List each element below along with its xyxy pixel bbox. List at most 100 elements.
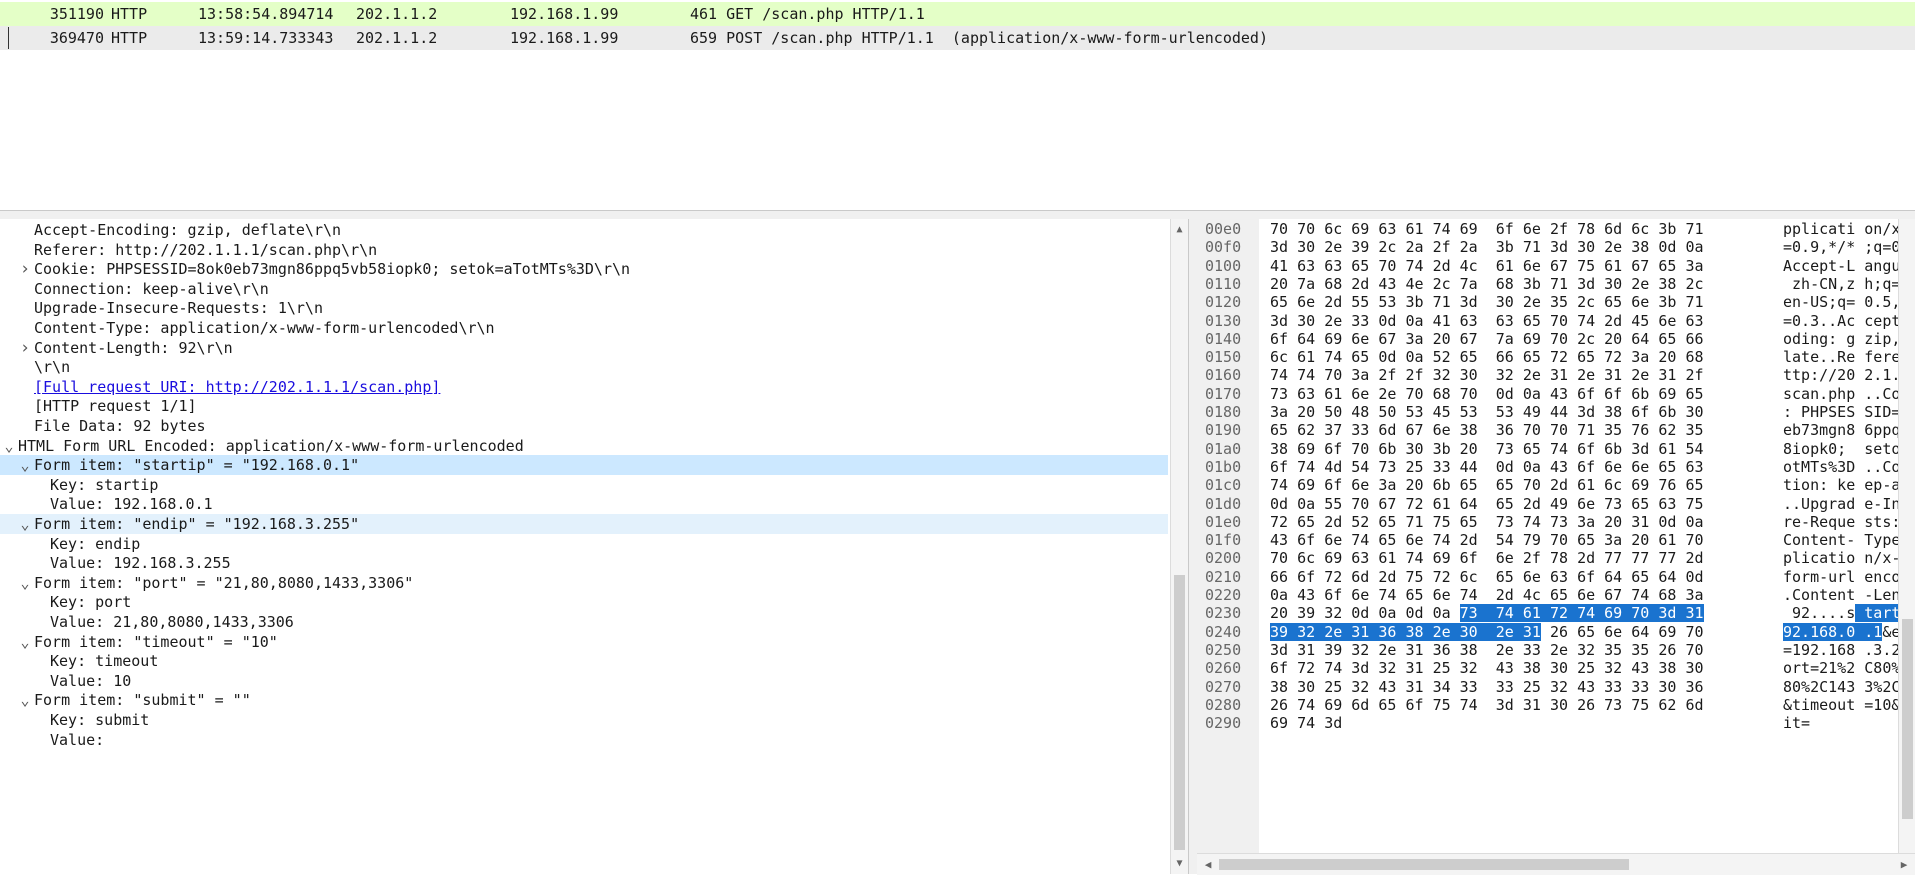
hex-byte[interactable]: 65 — [1685, 476, 1703, 494]
scroll-left-arrow-icon[interactable]: ◀ — [1199, 854, 1217, 875]
hex-byte[interactable]: 2e — [1324, 238, 1342, 256]
hex-bytes[interactable]: 6f 72 74 3d 32 31 25 32 43 38 30 25 32 4… — [1270, 659, 1704, 677]
hex-byte[interactable]: 2e — [1631, 275, 1649, 293]
hex-byte[interactable]: 3b — [1658, 220, 1676, 238]
hex-byte[interactable]: 31 — [1550, 366, 1568, 384]
hex-byte[interactable]: 6f — [1324, 586, 1342, 604]
hex-byte[interactable]: 65 — [1631, 568, 1649, 586]
hex-byte[interactable]: 2f — [1405, 366, 1423, 384]
hex-byte[interactable]: 30 — [1297, 678, 1315, 696]
hex-byte[interactable]: 6d — [1685, 696, 1703, 714]
tree-item[interactable]: Key: endip — [0, 534, 1168, 554]
hex-byte[interactable]: 65 — [1270, 421, 1288, 439]
hex-byte[interactable]: 69 — [1324, 330, 1342, 348]
hex-byte[interactable]: 70 — [1405, 385, 1423, 403]
hex-byte[interactable]: 2f — [1433, 238, 1451, 256]
hex-byte[interactable]: 3d — [1351, 659, 1369, 677]
hex-byte[interactable]: 71 — [1523, 238, 1541, 256]
hex-byte[interactable]: 30 — [1550, 659, 1568, 677]
hex-byte[interactable]: 71 — [1405, 513, 1423, 531]
hex-byte[interactable]: 0a — [1270, 586, 1288, 604]
hex-byte[interactable]: 6d — [1378, 421, 1396, 439]
hex-byte[interactable]: 43 — [1378, 275, 1396, 293]
hex-byte[interactable]: 65 — [1460, 476, 1478, 494]
hex-bytes[interactable]: 6f 64 69 6e 67 3a 20 67 7a 69 70 2c 20 6… — [1270, 330, 1704, 348]
hex-byte[interactable]: 69 — [1324, 696, 1342, 714]
hex-byte[interactable]: 76 — [1658, 476, 1676, 494]
hex-byte[interactable]: 71 — [1685, 293, 1703, 311]
hex-byte[interactable]: 2e — [1523, 366, 1541, 384]
hex-byte[interactable]: 0a — [1685, 238, 1703, 256]
hex-byte[interactable]: 44 — [1460, 458, 1478, 476]
hex-byte[interactable]: 3d — [1631, 440, 1649, 458]
hex-byte[interactable]: 6f — [1460, 549, 1478, 567]
hex-byte[interactable]: 39 — [1297, 604, 1315, 622]
hex-byte[interactable]: 2c — [1433, 275, 1451, 293]
tree-item[interactable]: File Data: 92 bytes — [0, 416, 1168, 436]
hex-byte[interactable]: 74 — [1405, 257, 1423, 275]
hex-byte[interactable]: 7a — [1496, 330, 1514, 348]
hex-byte[interactable]: 75 — [1433, 513, 1451, 531]
hex-byte[interactable]: 74 — [1270, 476, 1288, 494]
hex-byte[interactable]: 20 — [1604, 330, 1622, 348]
hex-byte[interactable]: 6e — [1351, 476, 1369, 494]
hex-byte[interactable]: 30 — [1459, 622, 1478, 641]
hex-byte[interactable]: 75 — [1577, 257, 1595, 275]
scroll-down-arrow-icon[interactable]: ▼ — [1171, 855, 1188, 872]
hex-bytes[interactable]: 65 6e 2d 55 53 3b 71 3d 30 2e 35 2c 65 6… — [1270, 293, 1704, 311]
hex-byte[interactable]: 2e — [1604, 238, 1622, 256]
hex-byte[interactable]: 3a — [1378, 476, 1396, 494]
hex-bytes[interactable]: 3d 30 2e 33 0d 0a 41 63 63 65 70 74 2d 4… — [1270, 312, 1704, 330]
tree-item[interactable]: ⌄ Form item: "submit" = "" — [0, 690, 1168, 710]
hex-bytes[interactable]: 74 69 6f 6e 3a 20 6b 65 65 70 2d 61 6c 6… — [1270, 476, 1704, 494]
hex-byte[interactable]: 61 — [1433, 495, 1451, 513]
hex-byte[interactable]: 65 — [1297, 513, 1315, 531]
hex-byte[interactable]: 6e — [1658, 312, 1676, 330]
hex-bytes[interactable]: 66 6f 72 6d 2d 75 72 6c 65 6e 63 6f 64 6… — [1270, 568, 1704, 586]
hex-byte[interactable]: 73 — [1496, 513, 1514, 531]
hex-byte[interactable]: 61 — [1378, 549, 1396, 567]
hex-byte[interactable]: 32 — [1577, 641, 1595, 659]
hex-byte[interactable]: 6c — [1270, 348, 1288, 366]
hex-byte[interactable]: 77 — [1658, 549, 1676, 567]
hex-byte[interactable]: 38 — [1405, 622, 1424, 641]
hex-byte[interactable]: 30 — [1577, 238, 1595, 256]
hex-byte[interactable]: 31 — [1405, 659, 1423, 677]
hex-byte[interactable]: 67 — [1550, 257, 1568, 275]
hex-bytes[interactable]: 70 70 6c 69 63 61 74 69 6f 6e 2f 78 6d 6… — [1270, 220, 1704, 238]
hex-byte[interactable]: 45 — [1433, 403, 1451, 421]
hex-byte[interactable]: 53 — [1460, 403, 1478, 421]
hex-byte[interactable]: 3a — [1685, 586, 1703, 604]
hex-byte[interactable]: 65 — [1496, 476, 1514, 494]
hex-byte[interactable]: 34 — [1433, 678, 1451, 696]
hex-byte[interactable]: 72 — [1324, 568, 1342, 586]
hex-byte[interactable]: 38 — [1658, 275, 1676, 293]
hex-byte[interactable]: 6e — [1433, 421, 1451, 439]
hex-byte[interactable]: 35 — [1550, 293, 1568, 311]
details-vertical-scrollbar[interactable]: ▲ ▼ — [1170, 219, 1188, 874]
hex-byte[interactable]: 69 — [1351, 220, 1369, 238]
hex-byte[interactable]: 74 — [1297, 366, 1315, 384]
hex-bytes[interactable]: 6c 61 74 65 0d 0a 52 65 66 65 72 65 72 3… — [1270, 348, 1704, 366]
hex-byte[interactable]: 66 — [1496, 348, 1514, 366]
ascii-bytes[interactable]: =192.168 .3.255&p — [1783, 641, 1915, 659]
hex-byte[interactable]: 74 — [1351, 531, 1369, 549]
hex-byte[interactable]: 72 — [1433, 568, 1451, 586]
hex-byte[interactable]: 69 — [1324, 549, 1342, 567]
hex-byte[interactable]: 70 — [1550, 531, 1568, 549]
hex-byte[interactable]: 32 — [1433, 366, 1451, 384]
ascii-bytes[interactable]: =0.3..Ac cept-Enc — [1783, 312, 1915, 330]
hex-byte[interactable]: 74 — [1460, 586, 1478, 604]
hex-byte[interactable]: 65 — [1604, 293, 1622, 311]
hex-byte[interactable]: 55 — [1351, 293, 1369, 311]
hex-byte[interactable]: 63 — [1496, 312, 1514, 330]
hex-bytes[interactable]: 41 63 63 65 70 74 2d 4c 61 6e 67 75 61 6… — [1270, 257, 1704, 275]
hex-byte[interactable]: 67 — [1460, 330, 1478, 348]
hex-byte[interactable]: 61 — [1405, 220, 1423, 238]
hex-byte[interactable]: 61 — [1658, 531, 1676, 549]
hex-byte[interactable]: 75 — [1405, 568, 1423, 586]
hex-byte[interactable]: 33 — [1351, 421, 1369, 439]
hex-byte[interactable]: 41 — [1433, 312, 1451, 330]
hex-byte[interactable]: 70 — [1324, 366, 1342, 384]
chevron-down-icon[interactable]: ⌄ — [17, 514, 33, 534]
